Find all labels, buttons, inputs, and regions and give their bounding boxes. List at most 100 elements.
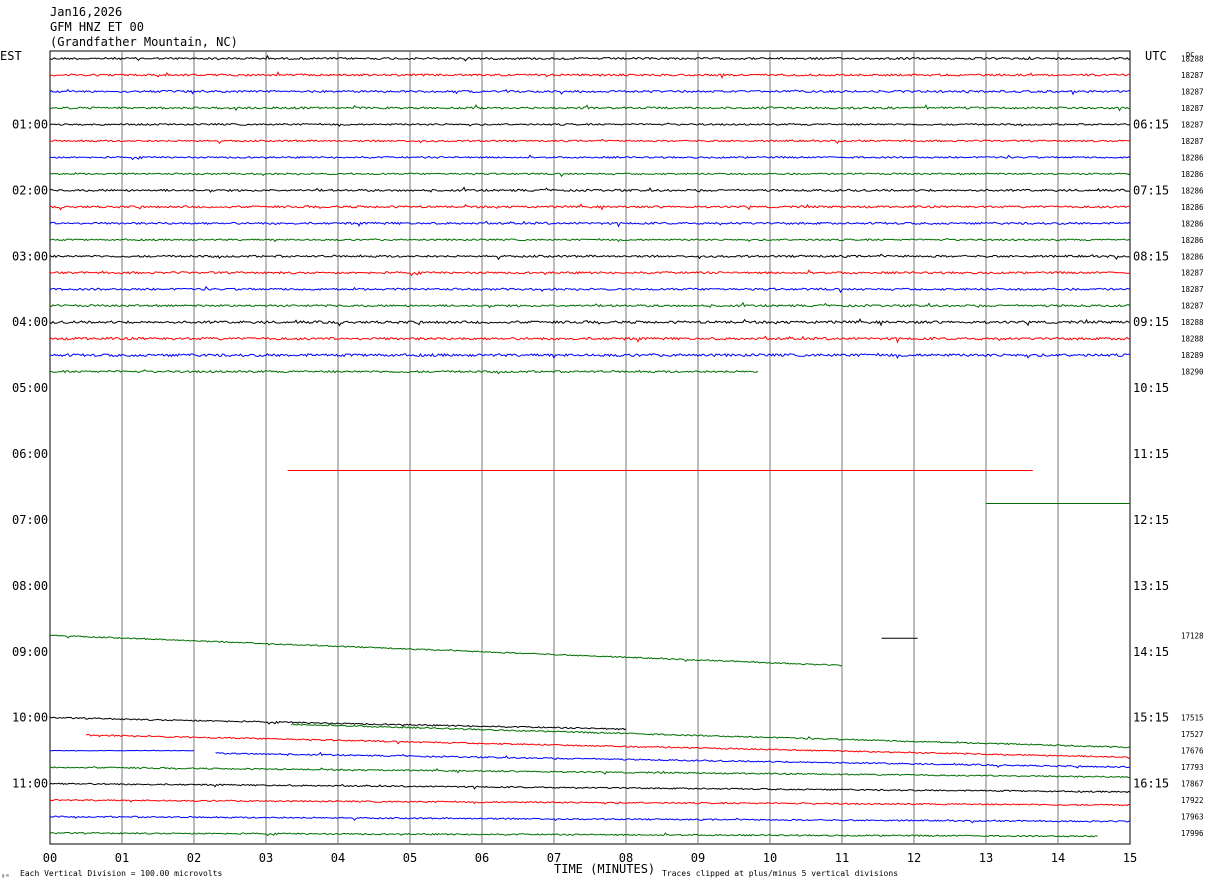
dc-offset-label: 18288 — [1181, 318, 1204, 327]
utc-time-labels: 06:15 07:15 08:15 09:15 10:15 11:15 12:15 13:15… — [1133, 117, 1169, 790]
header-location: (Grandfather Mountain, NC) — [50, 35, 238, 49]
x-tick-label: 00 — [43, 851, 57, 865]
x-tick-label: 03 — [259, 851, 273, 865]
x-tick-label: 15 — [1123, 851, 1137, 865]
x-tick-label: 14 — [1051, 851, 1065, 865]
dc-offset-label: 18287 — [1181, 71, 1204, 80]
seismic-trace — [49, 634, 843, 667]
seismic-trace — [49, 237, 1131, 243]
utc-zone-label: UTC — [1145, 49, 1167, 63]
utc-time-label: 09:15 — [1133, 315, 1169, 329]
est-time-label: 09:00 — [12, 645, 48, 659]
x-tick-label: 04 — [331, 851, 345, 865]
dc-offset-label: 17963 — [1181, 813, 1204, 822]
seismic-trace — [49, 815, 1131, 824]
x-tick-label: 09 — [691, 851, 705, 865]
utc-time-label: 14:15 — [1133, 645, 1169, 659]
dc-offset-label: 18287 — [1181, 87, 1204, 96]
utc-time-label: 16:15 — [1133, 777, 1169, 791]
x-axis-label: TIME (MINUTES) — [554, 862, 655, 876]
seismic-trace — [50, 138, 1131, 145]
dc-offset-label: 18286 — [1181, 153, 1204, 162]
scale-note: Each Vertical Division = 100.00 microvol… — [20, 869, 222, 878]
seismic-trace — [49, 171, 1131, 178]
seismic-trace — [49, 352, 1131, 360]
est-time-label: 02:00 — [12, 183, 48, 197]
seismic-trace — [49, 203, 1131, 211]
plot-frame — [49, 50, 1131, 845]
seismic-trace — [49, 186, 1131, 193]
seismic-trace — [49, 154, 1131, 161]
seismic-trace — [49, 122, 1131, 127]
seismic-trace — [49, 318, 1131, 327]
seismic-traces — [49, 54, 1131, 838]
minute-grid — [121, 51, 1059, 844]
seismic-trace — [49, 71, 1131, 80]
x-tick-label: 10 — [763, 851, 777, 865]
dc-offset-label: 18287 — [1181, 137, 1204, 146]
seismic-trace — [49, 269, 1131, 277]
seismic-trace — [49, 369, 759, 375]
dc-offset-label: 18287 — [1181, 269, 1204, 278]
seismic-trace — [49, 220, 1131, 228]
est-time-label: 06:00 — [12, 447, 48, 461]
est-zone-label: EST — [0, 49, 22, 63]
dc-offset-label: 18290 — [1181, 368, 1204, 377]
seismic-trace — [49, 749, 195, 752]
header-station: GFM HNZ ET 00 — [50, 20, 144, 34]
dc-offset-label: 18289 — [1181, 351, 1204, 360]
dc-offset-label: 18288 — [1181, 335, 1204, 344]
dc-header-label: DC — [1186, 51, 1194, 59]
x-tick-label: 01 — [115, 851, 129, 865]
dc-offset-label: 17676 — [1181, 747, 1204, 756]
seismic-trace — [49, 798, 1131, 807]
est-time-label: 07:00 — [12, 513, 48, 527]
dc-offset-label: 17527 — [1181, 730, 1204, 739]
header-date: Jan16,2026 — [50, 5, 123, 19]
corner-mark: ᵍᵐ — [1, 873, 9, 881]
clip-note: Traces clipped at plus/minus 5 vertical … — [662, 869, 898, 878]
utc-time-label: 15:15 — [1133, 711, 1169, 725]
dc-offset-label: 18287 — [1181, 285, 1204, 294]
utc-time-label: 11:15 — [1133, 447, 1169, 461]
utc-time-label: 13:15 — [1133, 579, 1169, 593]
x-tick-label: 11 — [835, 851, 849, 865]
est-time-label: 08:00 — [12, 579, 48, 593]
utc-time-label: 12:15 — [1133, 513, 1169, 527]
x-tick-label: 12 — [907, 851, 921, 865]
seismic-trace — [85, 734, 1131, 760]
seismic-trace — [49, 301, 1131, 309]
est-time-label: 03:00 — [12, 249, 48, 263]
seismic-trace — [49, 831, 1098, 838]
dc-offset-label: 17922 — [1181, 796, 1204, 805]
helicorder-plot: 01:00 02:00 03:00 04:00 05:00 06:00 07:00 08:00… — [0, 49, 1204, 881]
dc-offset-label: 17867 — [1181, 780, 1204, 789]
utc-time-label: 10:15 — [1133, 381, 1169, 395]
utc-time-label: 06:15 — [1133, 117, 1169, 131]
est-time-label: 04:00 — [12, 315, 48, 329]
est-time-labels: 01:00 02:00 03:00 04:00 05:00 06:00 07:00 08:00… — [12, 117, 48, 790]
dc-offset-label: 18287 — [1181, 120, 1204, 129]
dc-offset-label: 18286 — [1181, 203, 1204, 212]
seismic-trace — [49, 54, 1131, 62]
x-tick-label: 05 — [403, 851, 417, 865]
est-time-label: 01:00 — [12, 117, 48, 131]
x-tick-label: 02 — [187, 851, 201, 865]
dc-offset-label: 18286 — [1181, 170, 1204, 179]
seismic-trace — [49, 253, 1131, 261]
dc-offset-label: 18287 — [1181, 302, 1204, 311]
dc-offset-label: 17128 — [1181, 631, 1204, 640]
est-time-label: 05:00 — [12, 381, 48, 395]
dc-offset-label: 18287 — [1181, 104, 1204, 113]
dc-offset-labels: 18288 18287 18287 18287 18287 18287 18286 18286… — [1181, 55, 1204, 839]
est-time-label: 11:00 — [12, 777, 48, 791]
dc-offset-label: 17996 — [1181, 829, 1204, 838]
seismic-trace — [290, 722, 1131, 749]
seismic-trace — [49, 285, 1131, 294]
dc-offset-label: 18286 — [1181, 186, 1204, 195]
dc-offset-label: 18286 — [1181, 219, 1204, 228]
dc-offset-label: 18286 — [1181, 252, 1204, 261]
utc-time-label: 08:15 — [1133, 249, 1169, 263]
seismic-trace — [49, 88, 1131, 96]
x-tick-label: 06 — [475, 851, 489, 865]
